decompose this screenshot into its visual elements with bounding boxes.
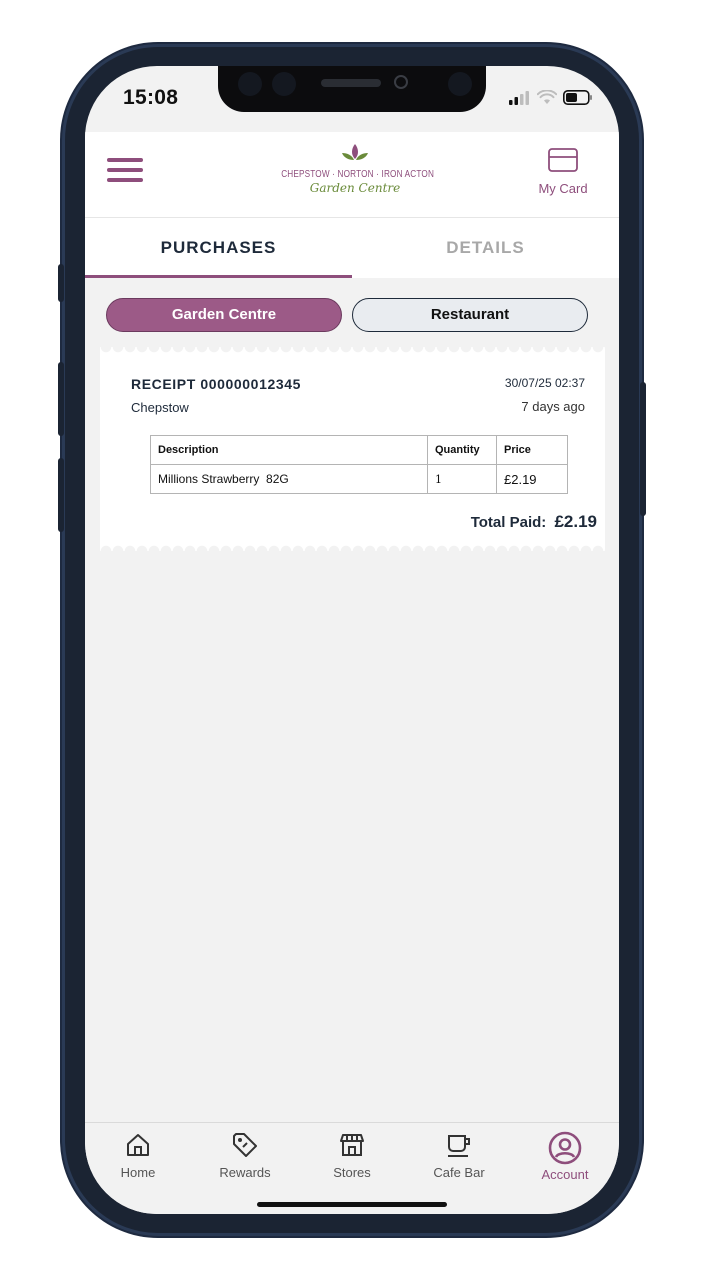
tag-icon <box>233 1133 257 1157</box>
front-camera <box>394 75 408 89</box>
receipt-relative-date: 7 days ago <box>521 399 585 414</box>
segment-restaurant[interactable]: Restaurant <box>352 298 588 332</box>
item-description: Millions Strawberry 82G <box>150 464 428 494</box>
nav-cafe-bar[interactable]: Cafe Bar <box>419 1131 499 1180</box>
receipt-store: Chepstow <box>131 400 189 415</box>
tab-purchases[interactable]: PURCHASES <box>85 218 352 278</box>
battery-icon <box>563 90 592 105</box>
coffee-cup-icon <box>448 1135 470 1157</box>
wifi-icon <box>537 90 557 104</box>
nav-account[interactable]: Account <box>525 1131 605 1182</box>
column-header-description: Description <box>150 435 428 465</box>
my-card-button[interactable]: My Card <box>533 148 593 196</box>
signal-icon <box>509 90 529 105</box>
app-screen: 15:08 CHEPSTOW · NORTON · IRON ACTON Gar… <box>85 66 619 1214</box>
item-price: £2.19 <box>496 464 568 494</box>
speaker <box>321 79 381 87</box>
tab-details[interactable]: DETAILS <box>352 218 619 278</box>
receipt-items-table: Description Quantity Price Millions Stra… <box>150 435 568 494</box>
card-icon <box>548 148 578 172</box>
brand-logo: CHEPSTOW · NORTON · IRON ACTON Garden Ce… <box>265 142 445 195</box>
nav-stores-label: Stores <box>333 1165 371 1180</box>
home-indicator[interactable] <box>257 1202 447 1207</box>
segment-garden-centre[interactable]: Garden Centre <box>106 298 342 332</box>
total-amount: £2.19 <box>554 512 597 531</box>
sensor <box>448 72 472 96</box>
nav-account-label: Account <box>541 1167 589 1182</box>
total-label: Total Paid: <box>470 514 547 531</box>
power-button <box>640 382 646 516</box>
mute-switch <box>58 264 64 302</box>
logo-line1: CHEPSTOW · NORTON · IRON ACTON <box>281 169 435 180</box>
receipt-number: RECEIPT 000000012345 <box>131 376 301 392</box>
receipt-date: 30/07/25 02:37 <box>504 376 585 390</box>
receipt-card[interactable]: RECEIPT 000000012345 Chepstow 30/07/25 0… <box>100 347 605 551</box>
nav-home-label: Home <box>120 1165 156 1180</box>
column-header-price: Price <box>496 435 568 465</box>
store-icon <box>340 1134 364 1156</box>
volume-down-button <box>58 458 64 532</box>
nav-home[interactable]: Home <box>98 1131 178 1180</box>
nav-rewards[interactable]: Rewards <box>205 1131 285 1180</box>
logo-line2: Garden Centre <box>309 181 401 195</box>
hamburger-icon[interactable] <box>107 158 143 188</box>
total-paid: Total Paid: £2.19 <box>471 512 597 532</box>
bottom-nav: Home Rewards Stores Cafe Bar Account <box>85 1122 619 1214</box>
home-icon <box>127 1134 149 1156</box>
sensor <box>238 72 262 96</box>
table-row: Millions Strawberry 82G 1 £2.19 <box>150 464 568 494</box>
nav-cafe-bar-label: Cafe Bar <box>433 1165 485 1180</box>
my-card-label: My Card <box>538 181 588 196</box>
item-quantity: 1 <box>427 464 497 494</box>
status-icons <box>509 90 593 105</box>
sensor <box>272 72 296 96</box>
column-header-quantity: Quantity <box>427 435 497 465</box>
notch <box>218 66 486 112</box>
leaf-logo-icon <box>342 144 368 160</box>
account-icon <box>548 1131 582 1165</box>
nav-rewards-label: Rewards <box>219 1165 271 1180</box>
app-header: CHEPSTOW · NORTON · IRON ACTON Garden Ce… <box>85 132 619 218</box>
tab-bar: PURCHASES DETAILS <box>85 218 619 278</box>
table-header-row: Description Quantity Price <box>150 435 568 465</box>
nav-stores[interactable]: Stores <box>312 1131 392 1180</box>
volume-up-button <box>58 362 64 436</box>
status-time: 15:08 <box>123 86 179 109</box>
